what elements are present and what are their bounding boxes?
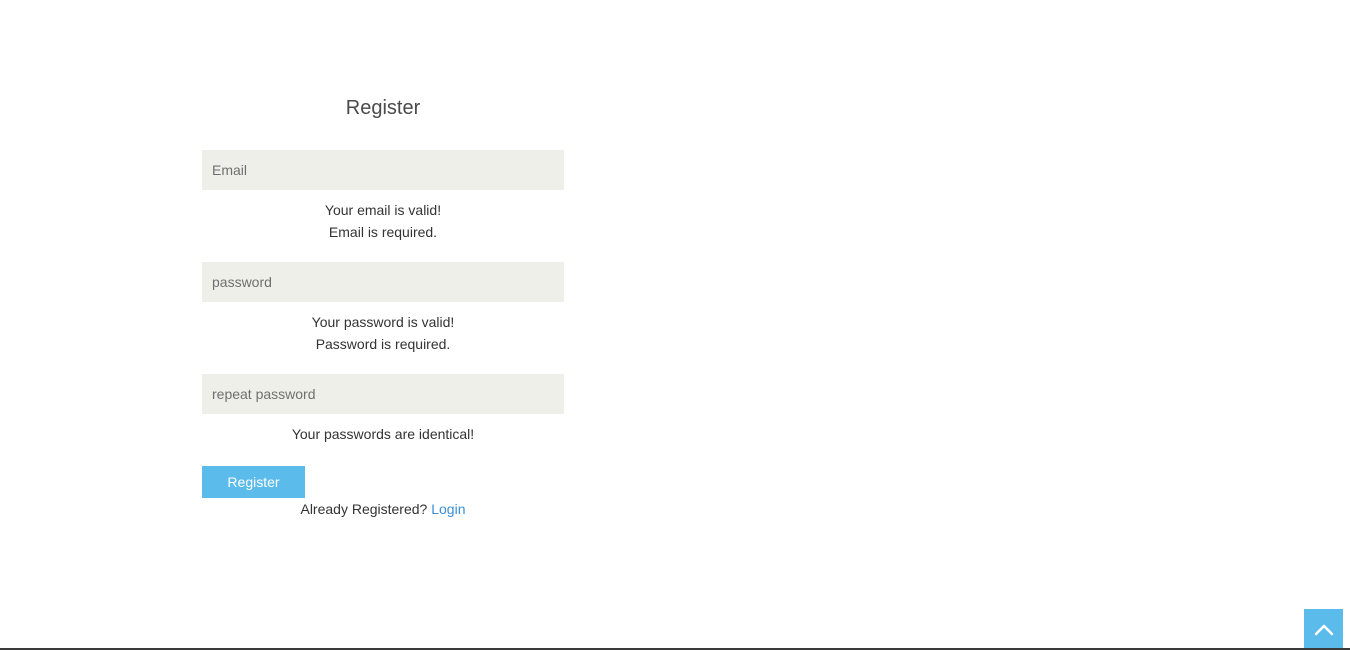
chevron-up-icon xyxy=(1314,624,1333,635)
login-link[interactable]: Login xyxy=(431,501,465,517)
register-form: Register Your email is valid! Email is r… xyxy=(202,96,564,518)
form-title: Register xyxy=(345,97,421,119)
email-messages: Your email is valid! Email is required. xyxy=(202,190,564,243)
register-page: Register Your email is valid! Email is r… xyxy=(0,0,1350,650)
email-required-message: Email is required. xyxy=(328,224,438,240)
login-prompt-text: Already Registered? xyxy=(300,501,428,517)
email-valid-message: Your email is valid! xyxy=(324,202,442,218)
login-prompt-row: Already Registered? Login xyxy=(202,500,564,518)
repeat-password-messages: Your passwords are identical! xyxy=(202,414,564,445)
repeat-password-field[interactable] xyxy=(202,374,564,414)
password-valid-message: Your password is valid! xyxy=(311,314,455,330)
email-field[interactable] xyxy=(202,150,564,190)
register-button[interactable]: Register xyxy=(202,466,305,498)
password-messages: Your password is valid! Password is requ… xyxy=(202,302,564,355)
password-required-message: Password is required. xyxy=(315,336,451,352)
password-field[interactable] xyxy=(202,262,564,302)
scroll-to-top-button[interactable] xyxy=(1304,609,1343,650)
passwords-identical-message: Your passwords are identical! xyxy=(291,426,475,442)
